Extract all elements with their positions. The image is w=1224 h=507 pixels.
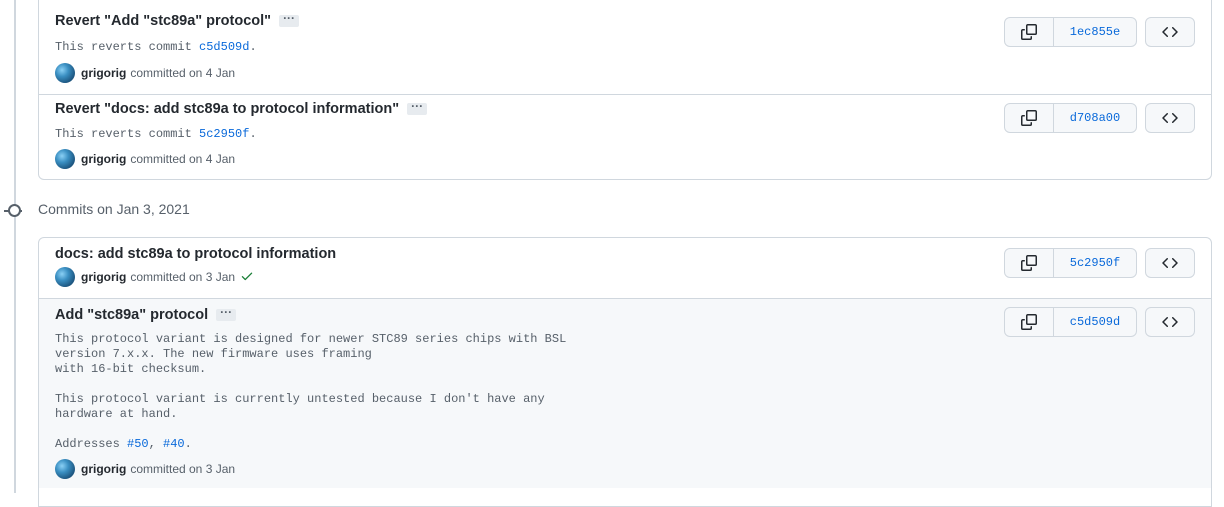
sha-button-group: 5c2950f [1004, 248, 1137, 278]
commit-body-line: This protocol variant is designed for ne… [55, 332, 567, 346]
commit-title[interactable]: Revert "docs: add stc89a to protocol inf… [55, 100, 428, 117]
avatar[interactable] [55, 63, 75, 83]
sha-link[interactable]: c5d509d [1054, 308, 1136, 336]
expand-body-button[interactable]: ··· [216, 306, 237, 322]
commit-body-text: . [184, 437, 192, 451]
copy-icon [1021, 255, 1037, 271]
issue-link[interactable]: #50 [127, 437, 149, 451]
commit-date: committed on 4 Jan [130, 66, 236, 80]
sha-link[interactable]: 5c2950f [1054, 249, 1136, 277]
browse-repo-button[interactable] [1145, 248, 1195, 278]
browse-repo-button[interactable] [1145, 307, 1195, 337]
copy-sha-button[interactable] [1005, 104, 1054, 132]
commit-body-line: hardware at hand. [55, 407, 178, 421]
commit-body: This protocol variant is designed for ne… [55, 332, 566, 452]
commit-row: Add "stc89a" protocol ··· This protocol v… [39, 298, 1211, 488]
commit-body-text: This reverts commit [55, 40, 200, 54]
commit-group-jan4: Revert "Add "stc89a" protocol" ··· This r… [38, 0, 1212, 180]
commit-title[interactable]: Add "stc89a" protocol ··· [55, 306, 237, 323]
issue-link[interactable]: #40 [163, 437, 185, 451]
commit-date: committed on 3 Jan [130, 270, 236, 284]
commit-title-text[interactable]: docs: add stc89a to protocol information [55, 246, 336, 262]
commit-body-text: . [249, 127, 257, 141]
git-commit-icon [8, 204, 21, 217]
commit-title[interactable]: docs: add stc89a to protocol information [55, 246, 336, 262]
commit-body-line: This protocol variant is currently untes… [55, 392, 545, 406]
sha-button-group: d708a00 [1004, 103, 1137, 133]
avatar[interactable] [55, 149, 75, 169]
expand-body-button[interactable]: ··· [279, 12, 300, 28]
avatar[interactable] [55, 459, 75, 479]
commit-title-text[interactable]: Revert "docs: add stc89a to protocol inf… [55, 101, 399, 117]
commit-row: Revert "Add "stc89a" protocol" ··· This r… [39, 0, 1211, 94]
sha-button-group: c5d509d [1004, 307, 1137, 337]
author-link[interactable]: grigorig [81, 270, 126, 284]
code-icon [1162, 26, 1178, 38]
code-icon [1162, 316, 1178, 328]
commit-title[interactable]: Revert "Add "stc89a" protocol" ··· [55, 12, 300, 29]
commit-link[interactable]: c5d509d [199, 40, 249, 54]
commit-body-line: version 7.x.x. The new firmware uses fra… [55, 347, 372, 361]
code-icon [1162, 257, 1178, 269]
timeline-line [14, 0, 16, 493]
commit-title-text[interactable]: Revert "Add "stc89a" protocol" [55, 13, 271, 29]
commit-body-text: This reverts commit [55, 127, 200, 141]
browse-repo-button[interactable] [1145, 17, 1195, 47]
sha-button-group: 1ec855e [1004, 17, 1137, 47]
commit-link[interactable]: 5c2950f [199, 127, 249, 141]
day-header: Commits on Jan 3, 2021 [38, 201, 190, 217]
commit-body: This reverts commit 5c2950f. [55, 127, 257, 142]
commit-body-text: , [148, 437, 164, 451]
check-icon[interactable] [240, 269, 254, 286]
commit-title-text[interactable]: Add "stc89a" protocol [55, 307, 208, 323]
commit-body-line: with 16-bit checksum. [55, 362, 207, 376]
copy-icon [1021, 314, 1037, 330]
commit-meta: grigorig committed on 3 Jan [55, 459, 235, 479]
commit-date: committed on 3 Jan [130, 462, 236, 476]
commit-row: Revert "docs: add stc89a to protocol inf… [39, 94, 1211, 180]
author-link[interactable]: grigorig [81, 66, 126, 80]
sha-link[interactable]: d708a00 [1054, 104, 1136, 132]
copy-sha-button[interactable] [1005, 18, 1054, 46]
commit-group-jan3: docs: add stc89a to protocol information… [38, 237, 1212, 507]
browse-repo-button[interactable] [1145, 103, 1195, 133]
expand-body-button[interactable]: ··· [407, 100, 428, 116]
commit-meta: grigorig committed on 4 Jan [55, 149, 235, 169]
commit-body: This reverts commit c5d509d. [55, 40, 257, 55]
copy-sha-button[interactable] [1005, 308, 1054, 336]
commit-body-text: Addresses [55, 437, 128, 451]
author-link[interactable]: grigorig [81, 462, 126, 476]
author-link[interactable]: grigorig [81, 152, 126, 166]
copy-icon [1021, 24, 1037, 40]
avatar[interactable] [55, 267, 75, 287]
commit-meta: grigorig committed on 4 Jan [55, 63, 235, 83]
commit-row: docs: add stc89a to protocol information… [39, 238, 1211, 298]
code-icon [1162, 112, 1178, 124]
commit-meta: grigorig committed on 3 Jan [55, 267, 254, 287]
copy-sha-button[interactable] [1005, 249, 1054, 277]
sha-link[interactable]: 1ec855e [1054, 18, 1136, 46]
commit-body-text: . [249, 40, 257, 54]
copy-icon [1021, 110, 1037, 126]
commit-date: committed on 4 Jan [130, 152, 236, 166]
